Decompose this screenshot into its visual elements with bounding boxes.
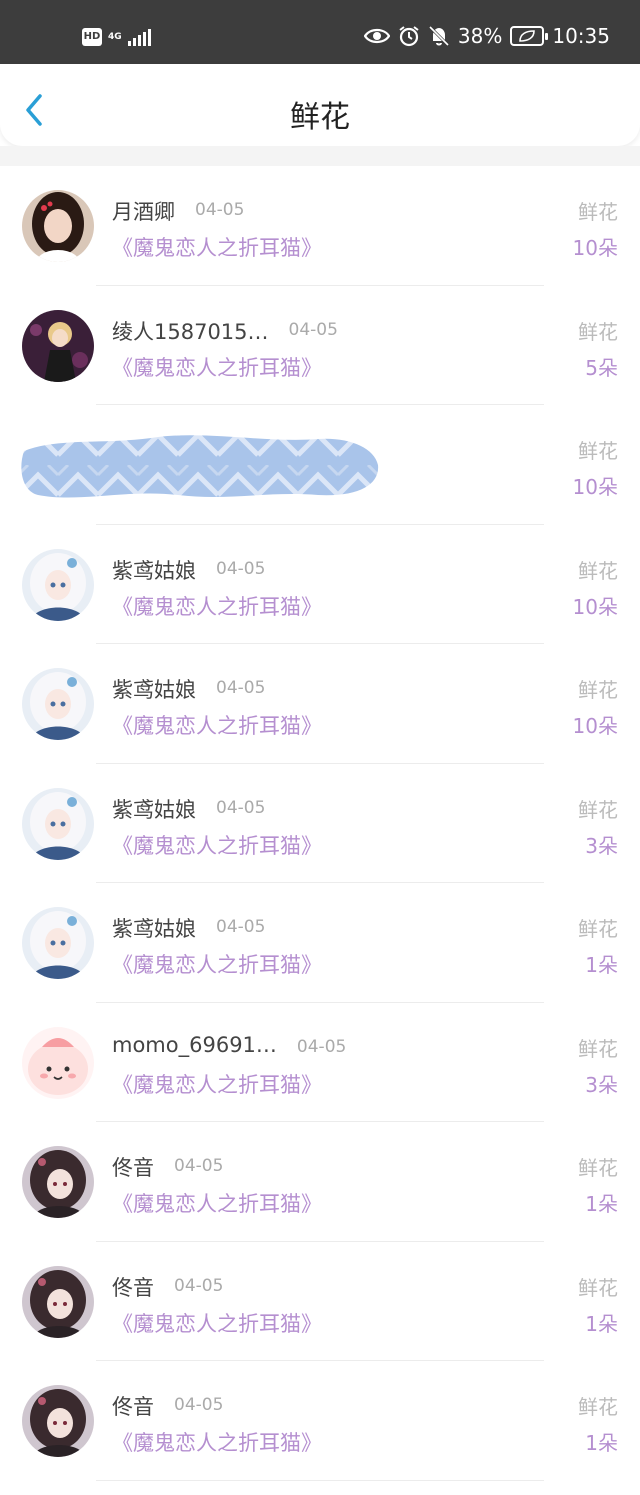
list-item[interactable]: 紫鸢姑娘 04-05 《魔鬼恋人之折耳猫》 鲜花 1朵 <box>0 883 640 1003</box>
book-title[interactable]: 《魔鬼恋人之折耳猫》 <box>112 1069 322 1099</box>
header-spacer <box>0 146 640 166</box>
avatar[interactable] <box>22 309 94 382</box>
gift-count: 5朵 <box>585 355 618 380</box>
gift-date: 04-05 <box>174 1395 224 1415</box>
list-item[interactable]: 佟音 04-05 《魔鬼恋人之折耳猫》 鲜花 1朵 <box>0 1361 640 1481</box>
book-title[interactable]: 《魔鬼恋人之折耳猫》 <box>112 232 322 262</box>
gift-date: 04-05 <box>174 1275 224 1296</box>
gift-date: 04-05 <box>216 797 266 818</box>
signal-icon <box>127 28 151 46</box>
battery-icon <box>510 26 549 46</box>
user-name[interactable]: 紫鸢姑娘 <box>112 913 196 943</box>
status-right: 38% 10:35 <box>363 24 610 48</box>
book-title[interactable]: 《魔鬼恋人之折耳猫》 <box>112 352 322 382</box>
list-item[interactable]: 月酒卿 04-05 《魔鬼恋人之折耳猫》 鲜花 10朵 <box>0 166 640 286</box>
list-item[interactable]: 绫人1587015… 04-05 《魔鬼恋人之折耳猫》 鲜花 5朵 <box>0 285 640 405</box>
gift-kind: 鲜花 <box>578 1036 618 1061</box>
gift-count: 10朵 <box>572 594 618 619</box>
gift-count: 1朵 <box>585 1431 618 1455</box>
alarm-icon <box>399 26 419 47</box>
gift-date: 04-05 <box>216 678 266 698</box>
eye-icon <box>363 28 390 44</box>
bell-muted-icon <box>428 25 449 47</box>
user-name[interactable]: 月酒卿 <box>112 196 175 226</box>
user-name[interactable]: 紫鸢姑娘 <box>112 794 196 824</box>
list-item[interactable]: 鲜花 10朵 <box>0 405 640 525</box>
battery-percent: 38% <box>457 24 503 48</box>
avatar[interactable] <box>22 668 94 740</box>
gift-kind: 鲜花 <box>578 1395 618 1419</box>
list-item[interactable]: momo_69691… 04-05 《魔鬼恋人之折耳猫》 鲜花 3朵 <box>0 1002 640 1122</box>
user-name[interactable]: 紫鸢姑娘 <box>112 674 196 704</box>
user-name[interactable]: 佟音 <box>112 1272 154 1302</box>
gift-kind: 鲜花 <box>578 678 618 702</box>
user-name[interactable]: 佟音 <box>112 1152 154 1182</box>
page-title: 鲜花 <box>290 100 350 135</box>
status-left: HD 4G <box>82 28 151 46</box>
hd-badge: HD <box>82 28 102 46</box>
gift-count: 3朵 <box>585 833 618 858</box>
gift-kind: 鲜花 <box>578 319 618 344</box>
list-item[interactable]: 紫鸢姑娘 04-05 《魔鬼恋人之折耳猫》 鲜花 10朵 <box>0 644 640 764</box>
gift-count: 10朵 <box>572 236 618 260</box>
list-item[interactable]: 佟音 04-05 《魔鬼恋人之折耳猫》 鲜花 1朵 <box>0 1122 640 1242</box>
avatar[interactable] <box>22 548 94 621</box>
gift-count: 3朵 <box>585 1072 618 1097</box>
book-title[interactable]: 《魔鬼恋人之折耳猫》 <box>112 1308 322 1338</box>
gift-count: 1朵 <box>585 1192 618 1216</box>
list-item[interactable]: 佟音 04-05 《魔鬼恋人之折耳猫》 鲜花 1朵 <box>0 1241 640 1361</box>
list-item[interactable]: 紫鸢姑娘 04-05 《魔鬼恋人之折耳猫》 鲜花 10朵 <box>0 524 640 644</box>
avatar[interactable] <box>22 1146 94 1218</box>
avatar[interactable] <box>22 190 94 262</box>
flower-list: 月酒卿 04-05 《魔鬼恋人之折耳猫》 鲜花 10朵 绫人1587015… 04-05 《魔… <box>0 166 640 1481</box>
network-type: 4G <box>108 31 122 42</box>
nav-header: 鲜花 <box>0 64 640 146</box>
user-name[interactable]: momo_69691… <box>112 1033 277 1057</box>
user-name[interactable]: 绫人1587015… <box>112 316 269 346</box>
gift-count: 10朵 <box>572 475 618 499</box>
gift-date: 04-05 <box>174 1156 224 1176</box>
book-title[interactable]: 《魔鬼恋人之折耳猫》 <box>112 830 322 860</box>
gift-kind: 鲜花 <box>578 439 618 463</box>
gift-date: 04-05 <box>288 319 338 340</box>
book-title[interactable]: 《魔鬼恋人之折耳猫》 <box>112 591 322 621</box>
gift-date: 04-05 <box>195 200 245 220</box>
gift-count: 10朵 <box>572 714 618 738</box>
gift-count: 1朵 <box>585 953 618 977</box>
book-title[interactable]: 《魔鬼恋人之折耳猫》 <box>112 710 322 740</box>
gift-date: 04-05 <box>216 558 266 579</box>
gift-kind: 鲜花 <box>578 558 618 583</box>
clock: 10:35 <box>552 24 610 48</box>
avatar[interactable] <box>22 1385 94 1457</box>
list-item[interactable]: 紫鸢姑娘 04-05 《魔鬼恋人之折耳猫》 鲜花 3朵 <box>0 763 640 883</box>
book-title[interactable]: 《魔鬼恋人之折耳猫》 <box>112 949 322 979</box>
gift-kind: 鲜花 <box>578 1156 618 1180</box>
user-name[interactable]: 佟音 <box>112 1391 154 1421</box>
row-divider <box>96 1479 544 1481</box>
gift-kind: 鲜花 <box>578 917 618 941</box>
avatar[interactable] <box>22 1026 94 1099</box>
user-name[interactable]: 紫鸢姑娘 <box>112 555 196 585</box>
status-bar: HD 4G 38% 10:35 <box>0 0 640 64</box>
book-title[interactable]: 《魔鬼恋人之折耳猫》 <box>112 1188 322 1218</box>
book-title[interactable]: 《魔鬼恋人之折耳猫》 <box>112 1427 322 1457</box>
gift-date: 04-05 <box>216 917 266 937</box>
gift-count: 1朵 <box>585 1311 618 1336</box>
gift-kind: 鲜花 <box>578 797 618 822</box>
avatar[interactable] <box>22 787 94 860</box>
redacted-scribble <box>21 435 379 498</box>
gift-date: 04-05 <box>296 1036 347 1057</box>
gift-kind: 鲜花 <box>578 200 618 224</box>
avatar[interactable] <box>22 907 94 979</box>
avatar[interactable] <box>22 1265 94 1338</box>
gift-kind: 鲜花 <box>578 1275 618 1300</box>
